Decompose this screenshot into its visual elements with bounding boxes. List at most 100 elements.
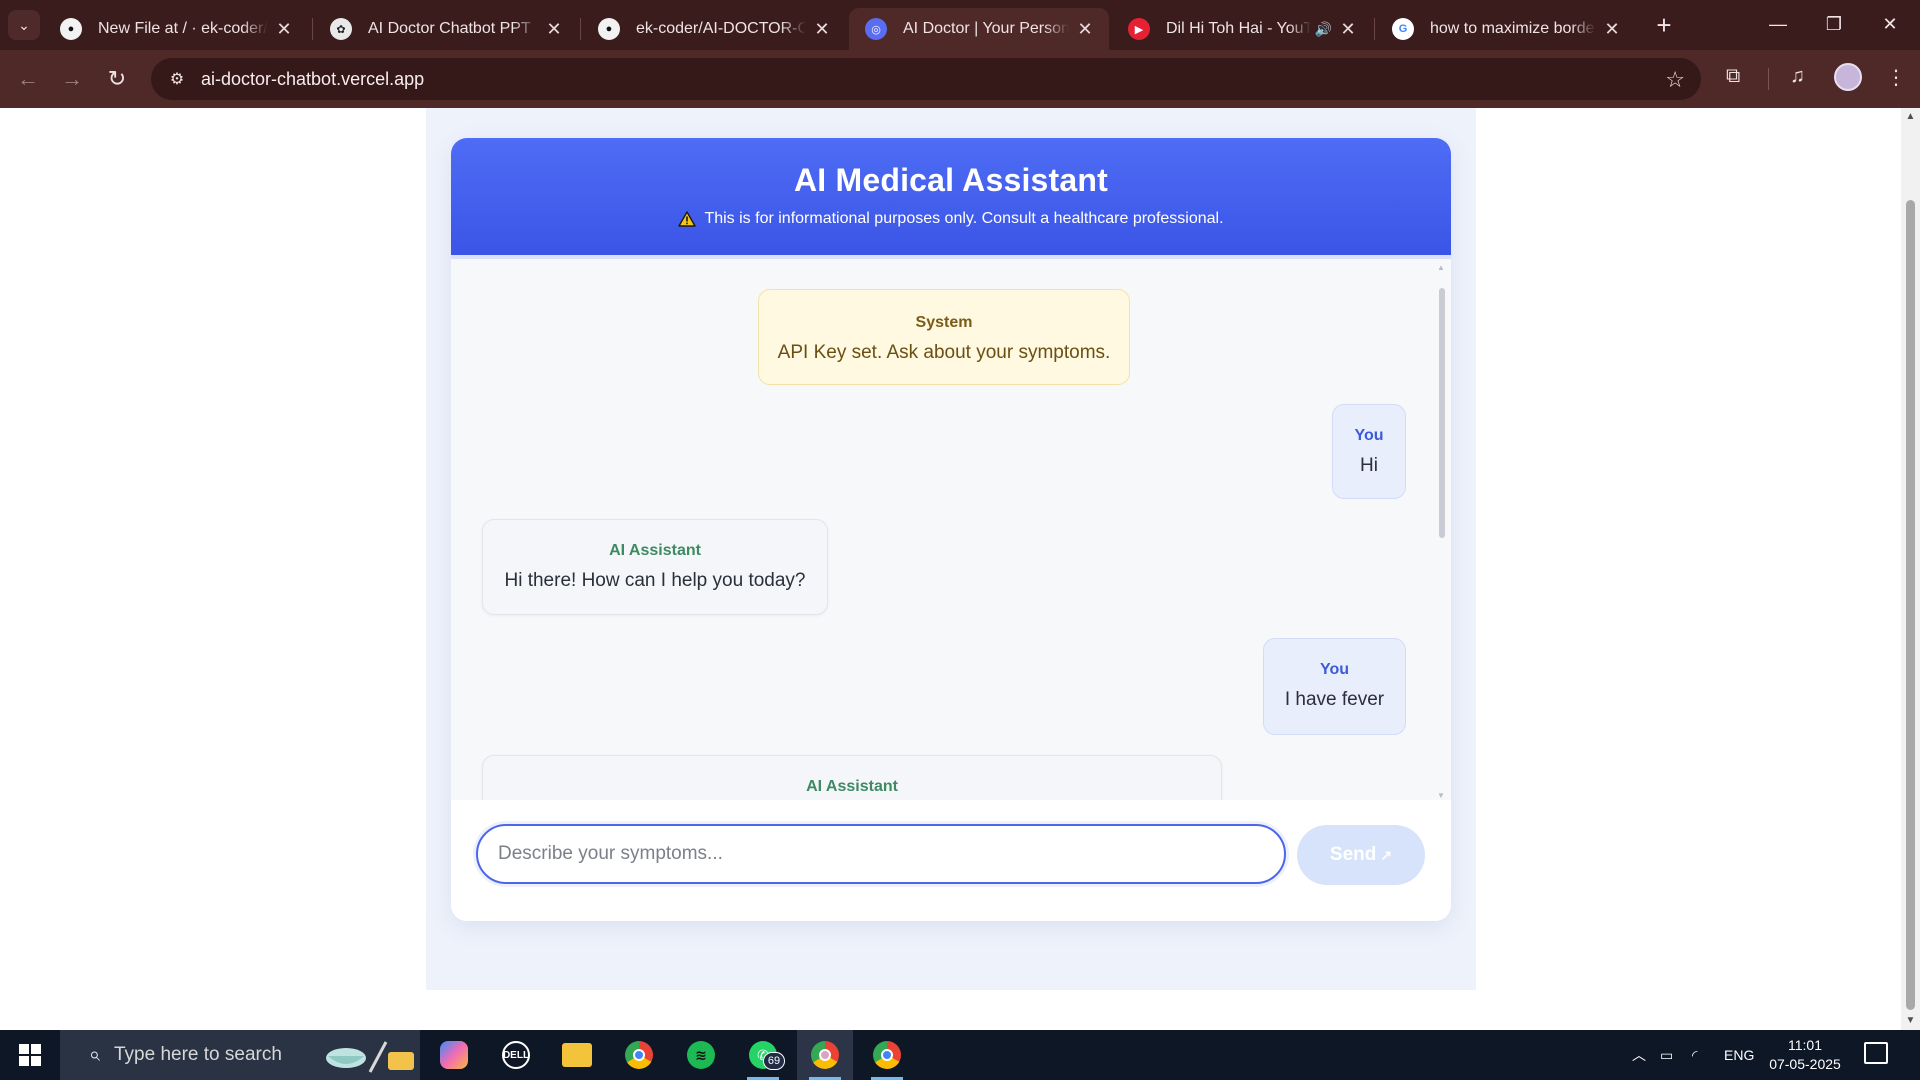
message-list[interactable]: System API Key set. Ask about your sympt… bbox=[451, 259, 1451, 800]
chat-scroll-thumb[interactable] bbox=[1439, 288, 1445, 538]
show-hidden-icons[interactable]: ︿ bbox=[1632, 1030, 1646, 1080]
warning-icon bbox=[678, 211, 697, 227]
copilot-icon bbox=[440, 1041, 468, 1069]
scroll-down-arrow-icon[interactable]: ▼ bbox=[1905, 1015, 1916, 1026]
page-scroll-thumb[interactable] bbox=[1906, 200, 1915, 1010]
send-button[interactable]: Send ↗ bbox=[1297, 825, 1425, 885]
close-icon[interactable]: ✕ bbox=[274, 19, 294, 40]
tab-title: ek-coder/AI-DOCTOR-CHATBOT bbox=[636, 20, 806, 37]
reload-button[interactable]: ↻ bbox=[99, 62, 135, 96]
taskbar-whatsapp[interactable]: ✆ 69 bbox=[735, 1030, 791, 1080]
taskbar-chrome[interactable] bbox=[611, 1030, 667, 1080]
reload-icon: ↻ bbox=[107, 66, 127, 91]
browser-tab-strip: ⌄ ● New File at / · ek-coder/AI-DOCTOR-C… bbox=[0, 0, 1920, 50]
taskbar-chrome-profile-2[interactable] bbox=[859, 1030, 915, 1080]
close-icon[interactable]: ✕ bbox=[544, 19, 564, 40]
back-button[interactable]: ← bbox=[10, 62, 46, 96]
disclaimer-text: This is for informational purposes only.… bbox=[704, 210, 1224, 227]
url-text: ai-doctor-chatbot.vercel.app bbox=[201, 68, 425, 89]
taskbar-spotify[interactable]: ≋ bbox=[673, 1030, 729, 1080]
address-bar[interactable]: ⚙ ai-doctor-chatbot.vercel.app ☆ bbox=[151, 58, 1701, 100]
taskbar-chrome-profile-1[interactable] bbox=[797, 1030, 853, 1080]
taskbar-file-explorer[interactable] bbox=[549, 1030, 605, 1080]
tab-github-repo[interactable]: ● ek-coder/AI-DOCTOR-CHATBOT ✕ bbox=[582, 8, 846, 50]
media-control-icon[interactable]: ♫ bbox=[1790, 65, 1805, 88]
message-text: Hi there! How can I help you today? bbox=[504, 570, 806, 591]
arrow-left-icon: ← bbox=[17, 66, 39, 91]
battery-tray[interactable]: ▭ bbox=[1660, 1030, 1673, 1080]
new-tab-button[interactable]: + bbox=[1650, 10, 1678, 40]
close-icon[interactable]: ✕ bbox=[812, 19, 832, 40]
forward-button[interactable]: → bbox=[54, 62, 90, 96]
assistant-message: AI Assistant bbox=[482, 755, 1222, 800]
windows-taskbar: ⌕ Type here to search DELL ≋ ✆ 69 ︿ ▭ ◜ … bbox=[0, 1030, 1920, 1080]
taskbar-copilot[interactable] bbox=[426, 1030, 482, 1080]
page-title: AI Medical Assistant bbox=[793, 162, 1108, 198]
dell-icon: DELL bbox=[502, 1041, 530, 1069]
site-info-icon[interactable]: ⚙ bbox=[155, 69, 199, 89]
symptom-input[interactable] bbox=[476, 824, 1286, 884]
app-icon: ◎ bbox=[865, 18, 887, 40]
battery-icon: ▭ bbox=[1660, 1046, 1674, 1063]
chrome-profile-icon bbox=[873, 1041, 901, 1069]
github-icon: ● bbox=[598, 18, 620, 40]
message-sender: AI Assistant bbox=[806, 778, 898, 795]
wifi-icon: ◜ bbox=[1692, 1046, 1698, 1063]
disclaimer: This is for informational purposes only.… bbox=[451, 210, 1451, 228]
search-highlight-art-icon bbox=[326, 1041, 414, 1073]
tab-google-search[interactable]: G how to maximize border m ✕ bbox=[1376, 8, 1636, 50]
github-icon: ● bbox=[60, 18, 82, 40]
tab-youtube[interactable]: ▶ Dil Hi Toh Hai - YouTube 🔊 ✕ bbox=[1112, 8, 1372, 50]
tab-divider bbox=[1374, 18, 1375, 40]
notification-badge: 69 bbox=[763, 1052, 785, 1070]
browser-toolbar: ← → ↻ ⚙ ai-doctor-chatbot.vercel.app ☆ ⧉… bbox=[0, 50, 1920, 108]
page-scrollbar[interactable]: ▲ ▼ bbox=[1901, 108, 1920, 1030]
clock-date: 07-05-2025 bbox=[1769, 1056, 1841, 1072]
speaker-icon[interactable]: 🔊 bbox=[1315, 21, 1332, 38]
openai-icon: ✿ bbox=[330, 18, 352, 40]
tab-title: how to maximize border m bbox=[1430, 20, 1596, 37]
system-clock[interactable]: 11:01 07-05-2025 bbox=[1750, 1036, 1860, 1074]
clock-time: 11:01 bbox=[1788, 1037, 1822, 1053]
notification-center-icon[interactable] bbox=[1864, 1042, 1888, 1064]
tab-github-new-file[interactable]: ● New File at / · ek-coder/AI-DOCTOR-CHA… bbox=[44, 8, 308, 50]
extensions-icon[interactable]: ⧉ bbox=[1726, 65, 1740, 88]
page-viewport: AI Medical Assistant This is for informa… bbox=[0, 108, 1901, 1030]
tab-ppt[interactable]: ✿ AI Doctor Chatbot PPT ✕ bbox=[314, 8, 578, 50]
message-sender: AI Assistant bbox=[609, 542, 701, 559]
menu-kebab-icon[interactable]: ⋮ bbox=[1886, 65, 1906, 90]
chevron-up-icon: ︿ bbox=[1632, 1047, 1646, 1063]
tab-divider bbox=[312, 18, 313, 40]
tab-ai-doctor[interactable]: ◎ AI Doctor | Your Personal Medical Assi… bbox=[849, 8, 1109, 50]
network-tray[interactable]: ◜ bbox=[1692, 1030, 1697, 1080]
close-window-button[interactable]: ✕ bbox=[1862, 6, 1918, 42]
profile-avatar[interactable] bbox=[1834, 63, 1862, 91]
scroll-down-arrow-icon[interactable]: ▼ bbox=[1436, 792, 1446, 800]
taskbar-search[interactable]: ⌕ Type here to search bbox=[60, 1030, 420, 1080]
google-icon: G bbox=[1392, 18, 1414, 40]
tab-title: New File at / · ek-coder/AI-DOCTOR-CHATB… bbox=[98, 20, 268, 37]
toolbar-divider bbox=[1768, 68, 1769, 90]
taskbar-dell[interactable]: DELL bbox=[488, 1030, 544, 1080]
close-icon[interactable]: ✕ bbox=[1338, 19, 1358, 40]
bookmark-star-icon[interactable]: ☆ bbox=[1665, 67, 1685, 93]
tab-search-button[interactable]: ⌄ bbox=[8, 10, 40, 40]
chat-header: AI Medical Assistant This is for informa… bbox=[451, 138, 1451, 259]
message-text: I have fever bbox=[1284, 689, 1385, 710]
chrome-icon bbox=[625, 1041, 653, 1069]
scroll-up-arrow-icon[interactable]: ▲ bbox=[1436, 264, 1446, 272]
scroll-up-arrow-icon[interactable]: ▲ bbox=[1905, 111, 1916, 122]
folder-icon bbox=[562, 1043, 592, 1067]
start-button[interactable] bbox=[0, 1030, 60, 1080]
message-text: Hi bbox=[1360, 455, 1378, 476]
minimize-button[interactable]: — bbox=[1750, 6, 1806, 42]
close-icon[interactable]: ✕ bbox=[1602, 19, 1622, 40]
tab-title: Dil Hi Toh Hai - YouTube bbox=[1166, 20, 1311, 37]
close-icon[interactable]: ✕ bbox=[1075, 19, 1095, 40]
user-message: You I have fever bbox=[1263, 638, 1406, 735]
youtube-icon: ▶ bbox=[1128, 18, 1150, 40]
message-sender: You bbox=[1354, 427, 1384, 444]
send-label: Send bbox=[1329, 844, 1377, 865]
restore-button[interactable]: ❐ bbox=[1806, 6, 1862, 42]
tab-divider bbox=[580, 18, 581, 40]
